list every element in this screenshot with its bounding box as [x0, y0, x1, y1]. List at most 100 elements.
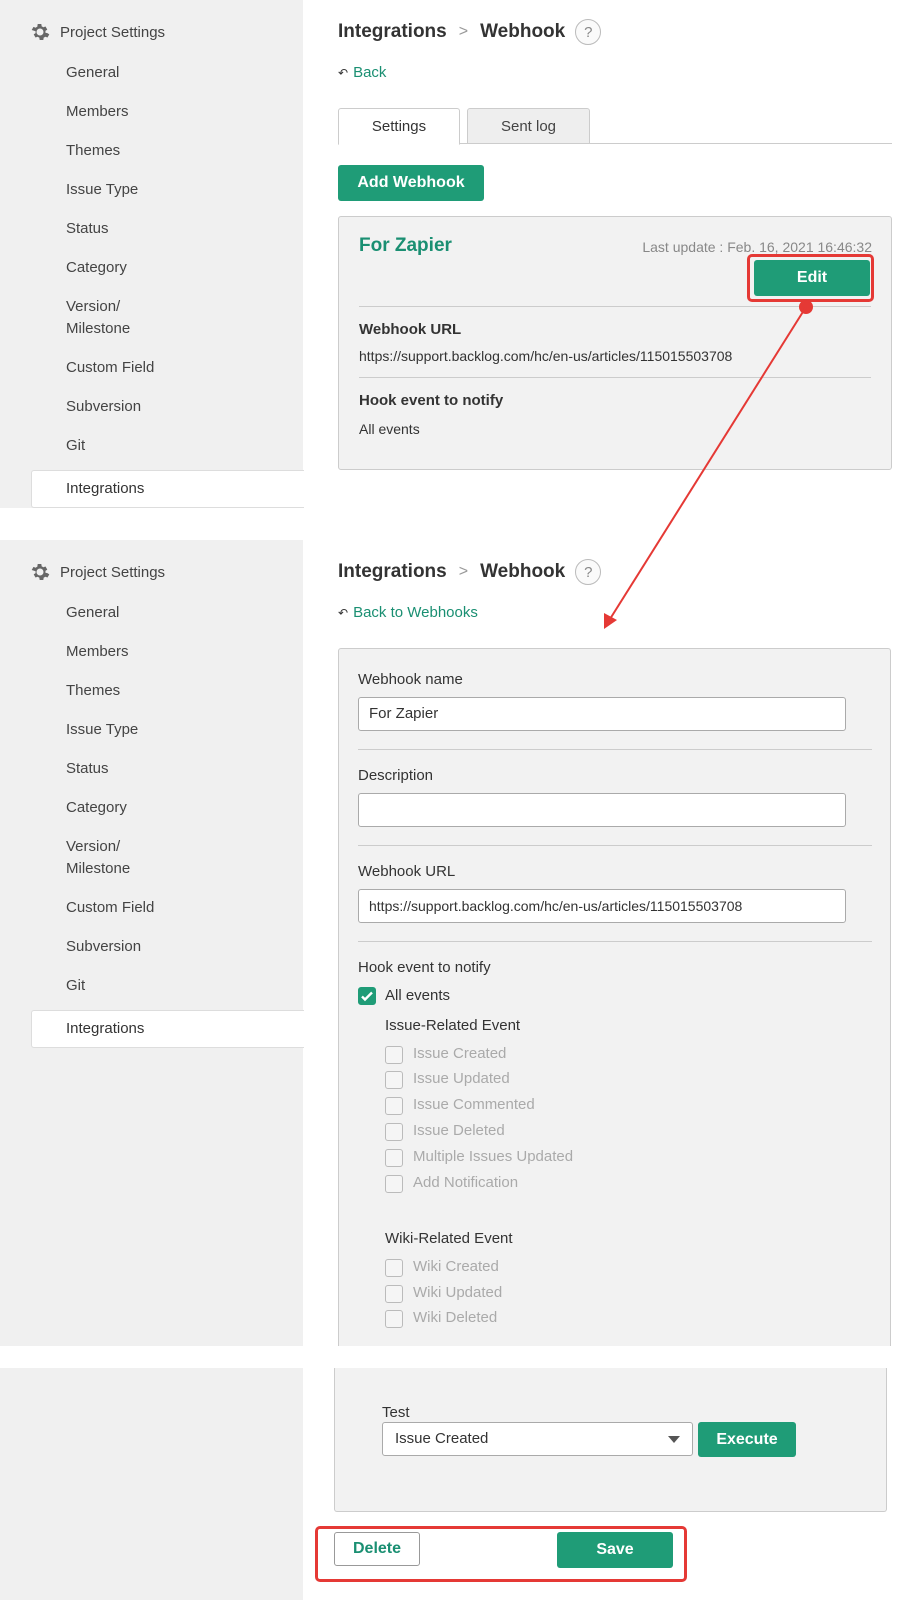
back-arrow-icon: ↶	[338, 605, 349, 620]
caret-down-icon	[668, 1436, 680, 1443]
webhook-save-panel: Test Issue Created Execute Delete Save	[0, 1368, 924, 1600]
sidebar-item-themes[interactable]: Themes	[66, 680, 120, 702]
sidebar-item-general[interactable]: General	[66, 62, 119, 84]
description-input[interactable]	[358, 793, 846, 827]
wiki-deleted-checkbox[interactable]	[385, 1310, 403, 1328]
sidebar	[0, 1368, 303, 1600]
webhook-edit-panel: Project Settings General Members Themes …	[0, 540, 924, 1346]
test-event-selected: Issue Created	[395, 1430, 489, 1447]
sidebar-item-subversion[interactable]: Subversion	[66, 936, 141, 958]
multiple-issues-updated-label: Multiple Issues Updated	[413, 1148, 574, 1165]
sidebar-item-issue-type[interactable]: Issue Type	[66, 719, 138, 741]
gear-icon	[31, 564, 50, 580]
test-section: Test Issue Created Execute	[334, 1368, 887, 1512]
wiki-created-checkbox[interactable]	[385, 1259, 403, 1277]
sidebar-item-status[interactable]: Status	[66, 758, 109, 780]
project-settings-header[interactable]: Project Settings	[30, 562, 165, 582]
sidebar-item-git[interactable]: Git	[66, 435, 85, 457]
checkmark-icon	[361, 991, 373, 1002]
back-label: Back	[353, 64, 387, 81]
help-icon[interactable]: ?	[575, 559, 602, 585]
execute-button[interactable]: Execute	[698, 1422, 796, 1457]
sidebar-item-milestone[interactable]: Milestone	[66, 858, 130, 880]
card-divider	[359, 306, 871, 307]
description-label: Description	[358, 767, 434, 784]
sidebar: Project Settings General Members Themes …	[0, 0, 304, 508]
webhook-url-input[interactable]: https://support.backlog.com/hc/en-us/art…	[358, 889, 846, 923]
tab-settings[interactable]: Settings	[338, 108, 460, 145]
back-arrow-icon: ↶	[338, 65, 349, 80]
test-event-select[interactable]: Issue Created	[382, 1422, 693, 1456]
sidebar-item-integrations[interactable]: Integrations	[31, 1010, 304, 1048]
form-divider	[358, 845, 872, 846]
issue-event-group-label: Issue-Related Event	[385, 1017, 521, 1034]
sidebar-item-general[interactable]: General	[66, 602, 119, 624]
issue-deleted-checkbox[interactable]	[385, 1123, 403, 1141]
issue-created-checkbox[interactable]	[385, 1046, 403, 1064]
issue-updated-label: Issue Updated	[413, 1070, 510, 1087]
back-link[interactable]: ↶ Back	[338, 64, 386, 81]
add-notification-checkbox[interactable]	[385, 1175, 403, 1193]
card-divider	[359, 377, 871, 378]
project-settings-header[interactable]: Project Settings	[30, 22, 165, 42]
sidebar-item-milestone[interactable]: Milestone	[66, 318, 130, 340]
wiki-event-group-label: Wiki-Related Event	[385, 1230, 513, 1247]
sidebar-item-status[interactable]: Status	[66, 218, 109, 240]
sidebar-item-members[interactable]: Members	[66, 641, 129, 663]
wiki-updated-checkbox[interactable]	[385, 1285, 403, 1303]
webhook-url-value: https://support.backlog.com/hc/en-us/art…	[359, 348, 733, 364]
issue-commented-label: Issue Commented	[413, 1096, 535, 1113]
issue-deleted-label: Issue Deleted	[413, 1122, 505, 1139]
webhook-name[interactable]: For Zapier	[359, 235, 452, 257]
sidebar-item-custom-field[interactable]: Custom Field	[66, 897, 154, 919]
breadcrumb-parent[interactable]: Integrations	[338, 561, 447, 583]
sidebar: Project Settings General Members Themes …	[0, 540, 304, 1346]
issue-updated-checkbox[interactable]	[385, 1071, 403, 1089]
sidebar-item-git[interactable]: Git	[66, 975, 85, 997]
webhook-name-label: Webhook name	[358, 671, 463, 688]
add-webhook-button[interactable]: Add Webhook	[338, 165, 484, 201]
sidebar-item-themes[interactable]: Themes	[66, 140, 120, 162]
sidebar-item-members[interactable]: Members	[66, 101, 129, 123]
webhook-form: Webhook name For Zapier Description Webh…	[338, 648, 891, 1346]
issue-commented-checkbox[interactable]	[385, 1097, 403, 1115]
help-icon[interactable]: ?	[575, 19, 602, 45]
hook-event-label: Hook event to notify	[358, 959, 491, 976]
gear-icon	[31, 24, 50, 40]
add-notification-label: Add Notification	[413, 1174, 519, 1191]
multiple-issues-updated-checkbox[interactable]	[385, 1149, 403, 1167]
all-events-checkbox[interactable]	[358, 987, 376, 1005]
sidebar-item-integrations[interactable]: Integrations	[31, 470, 304, 508]
breadcrumb-parent[interactable]: Integrations	[338, 21, 447, 43]
sidebar-item-subversion[interactable]: Subversion	[66, 396, 141, 418]
wiki-updated-label: Wiki Updated	[413, 1284, 503, 1301]
project-settings-label: Project Settings	[60, 563, 166, 581]
wiki-created-label: Wiki Created	[413, 1258, 499, 1275]
form-divider	[358, 941, 872, 942]
chevron-right-icon: >	[458, 563, 469, 580]
breadcrumb-current: Webhook	[480, 21, 566, 42]
back-label: Back to Webhooks	[353, 604, 478, 621]
chevron-right-icon: >	[458, 23, 469, 40]
test-label: Test	[382, 1404, 410, 1421]
back-to-webhooks-link[interactable]: ↶ Back to Webhooks	[338, 604, 478, 621]
tab-sent-log[interactable]: Sent log	[467, 108, 590, 144]
breadcrumb: Integrations > Webhook ?	[338, 19, 602, 45]
tab-divider	[460, 143, 892, 144]
webhook-name-input[interactable]: For Zapier	[358, 697, 846, 731]
edit-highlight-box	[747, 254, 874, 302]
project-settings-label: Project Settings	[60, 23, 166, 41]
issue-created-label: Issue Created	[413, 1045, 507, 1062]
save-highlight-box	[315, 1526, 687, 1582]
sidebar-item-issue-type[interactable]: Issue Type	[66, 179, 138, 201]
sidebar-item-version[interactable]: Version/	[66, 296, 120, 318]
sidebar-item-custom-field[interactable]: Custom Field	[66, 357, 154, 379]
webhook-url-label: Webhook URL	[359, 321, 462, 338]
webhook-url-label: Webhook URL	[358, 863, 456, 880]
sidebar-item-category[interactable]: Category	[66, 797, 127, 819]
sidebar-item-version[interactable]: Version/	[66, 836, 120, 858]
wiki-deleted-label: Wiki Deleted	[413, 1309, 498, 1326]
form-divider	[358, 749, 872, 750]
sidebar-item-category[interactable]: Category	[66, 257, 127, 279]
all-events-label[interactable]: All events	[385, 987, 450, 1004]
